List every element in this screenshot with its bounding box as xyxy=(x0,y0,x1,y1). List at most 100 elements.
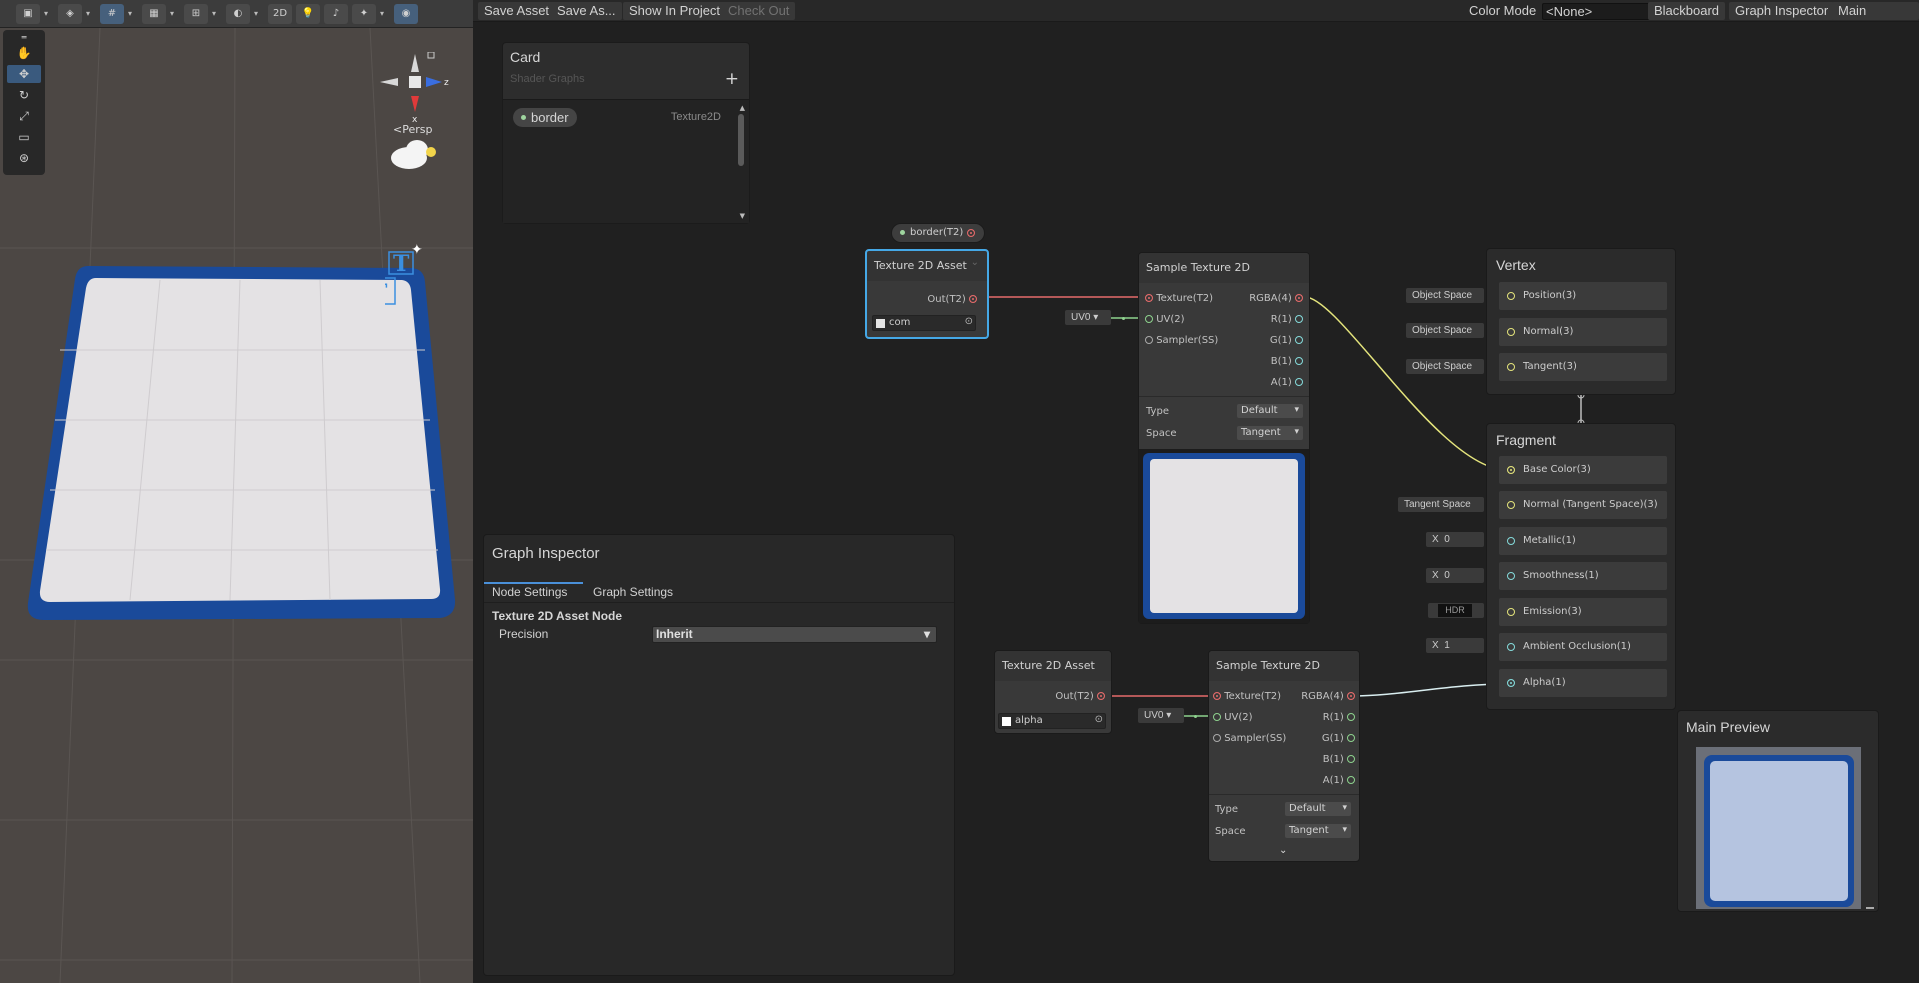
preview-viewport[interactable] xyxy=(1696,747,1861,909)
position-block[interactable]: Position(3) xyxy=(1499,282,1667,310)
property-pill[interactable]: border xyxy=(513,108,577,127)
ao-value-field[interactable]: X 1 xyxy=(1426,638,1484,653)
input-port-icon[interactable] xyxy=(1507,643,1515,651)
main-preview-panel[interactable]: Main Preview xyxy=(1677,710,1879,912)
expand-preview-icon[interactable]: ⌄ xyxy=(1279,845,1287,856)
output-port-icon[interactable] xyxy=(969,295,977,303)
output-port-icon[interactable] xyxy=(1295,378,1303,386)
blackboard-scrollbar[interactable] xyxy=(738,114,744,166)
a-output-port[interactable]: A(1) xyxy=(1271,377,1303,388)
texture2d-asset-node[interactable]: Texture 2D Asset ⌄ Out(T2) com ⊙ xyxy=(865,249,989,339)
tab-node-settings[interactable]: Node Settings xyxy=(492,585,567,599)
b-output-port[interactable]: B(1) xyxy=(1271,356,1303,367)
input-port-icon[interactable] xyxy=(1213,692,1221,700)
g-output-port[interactable]: G(1) xyxy=(1322,733,1355,744)
graph-inspector-panel[interactable]: Graph Inspector Node Settings Graph Sett… xyxy=(483,534,955,976)
input-port-icon[interactable] xyxy=(1145,315,1153,323)
output-port-icon[interactable] xyxy=(1347,776,1355,784)
blackboard-panel[interactable]: Card Shader Graphs + border Texture2D ▲ … xyxy=(502,42,750,224)
smoothness-block[interactable]: Smoothness(1) xyxy=(1499,562,1667,590)
scroll-up-icon[interactable]: ▲ xyxy=(740,104,745,112)
sample-texture2d-node[interactable]: Sample Texture 2D Texture(T2) UV(2) Samp… xyxy=(1138,252,1310,624)
object-picker-icon[interactable]: ⊙ xyxy=(1095,714,1103,725)
input-port-icon[interactable] xyxy=(1507,501,1515,509)
output-port-icon[interactable] xyxy=(1347,713,1355,721)
tangent-space-chip[interactable]: Tangent Space xyxy=(1398,497,1484,512)
output-port-icon[interactable] xyxy=(1347,755,1355,763)
fragment-context[interactable]: Fragment Base Color(3) Normal (Tangent S… xyxy=(1486,423,1676,710)
b-output-port[interactable]: B(1) xyxy=(1323,754,1355,765)
input-port-icon[interactable] xyxy=(1507,572,1515,580)
output-port-icon[interactable] xyxy=(1347,692,1355,700)
output-port-icon[interactable] xyxy=(967,229,975,237)
alpha-block[interactable]: Alpha(1) xyxy=(1499,669,1667,697)
output-port-icon[interactable] xyxy=(1295,357,1303,365)
input-port-icon[interactable] xyxy=(1507,679,1515,687)
type-dropdown[interactable]: Default xyxy=(1237,404,1303,418)
output-port-icon[interactable] xyxy=(1295,336,1303,344)
g-output-port[interactable]: G(1) xyxy=(1270,335,1303,346)
rgba-output-port[interactable]: RGBA(4) xyxy=(1249,293,1303,304)
ambient-occlusion-block[interactable]: Ambient Occlusion(1) xyxy=(1499,633,1667,661)
output-port-icon[interactable] xyxy=(1295,294,1303,302)
texture-object-field[interactable]: alpha ⊙ xyxy=(998,713,1106,729)
input-port-icon[interactable] xyxy=(1145,294,1153,302)
collapse-icon[interactable]: ⌄ xyxy=(971,257,979,268)
vertex-context[interactable]: Vertex Position(3) Normal(3) Tangent(3) xyxy=(1486,248,1676,395)
add-property-button[interactable]: + xyxy=(725,69,739,89)
emission-block[interactable]: Emission(3) xyxy=(1499,598,1667,626)
object-space-chip[interactable]: Object Space xyxy=(1406,323,1484,338)
type-dropdown[interactable]: Default xyxy=(1285,802,1351,816)
normal-block[interactable]: Normal(3) xyxy=(1499,318,1667,346)
rgba-output-port[interactable]: RGBA(4) xyxy=(1301,691,1355,702)
output-port-icon[interactable] xyxy=(1295,315,1303,323)
texture-input-port[interactable]: Texture(T2) xyxy=(1145,293,1213,304)
emission-hdr-field[interactable]: HDR xyxy=(1428,603,1484,618)
precision-dropdown[interactable]: Inherit xyxy=(652,626,937,643)
base-color-block[interactable]: Base Color(3) xyxy=(1499,456,1667,484)
texture2d-asset-node-alpha[interactable]: Texture 2D Asset Out(T2) alpha ⊙ xyxy=(994,650,1112,734)
uv-input-port[interactable]: UV(2) xyxy=(1145,314,1185,325)
input-port-icon[interactable] xyxy=(1507,608,1515,616)
uv-channel-select[interactable]: UV0 ▾ xyxy=(1065,310,1111,325)
output-port-icon[interactable] xyxy=(1347,734,1355,742)
input-port-icon[interactable] xyxy=(1507,292,1515,300)
input-port-icon[interactable] xyxy=(1507,363,1515,371)
object-picker-icon[interactable]: ⊙ xyxy=(965,316,973,327)
output-port-icon[interactable] xyxy=(1097,692,1105,700)
input-port-icon[interactable] xyxy=(1507,537,1515,545)
smoothness-value-field[interactable]: X 0 xyxy=(1426,568,1484,583)
texture-input-port[interactable]: Texture(T2) xyxy=(1213,691,1281,702)
node-title: Sample Texture 2D xyxy=(1209,651,1359,681)
tab-graph-settings[interactable]: Graph Settings xyxy=(593,585,673,599)
sampler-input-port[interactable]: Sampler(SS) xyxy=(1213,733,1286,744)
r-output-port[interactable]: R(1) xyxy=(1323,712,1355,723)
input-port-icon[interactable] xyxy=(1507,466,1515,474)
uv-channel-select[interactable]: UV0 ▾ xyxy=(1138,708,1184,723)
hdr-label: HDR xyxy=(1438,604,1472,617)
a-output-port[interactable]: A(1) xyxy=(1323,775,1355,786)
metallic-value-field[interactable]: X 0 xyxy=(1426,532,1484,547)
r-output-port[interactable]: R(1) xyxy=(1271,314,1303,325)
sampler-input-port[interactable]: Sampler(SS) xyxy=(1145,335,1218,346)
input-port-icon[interactable] xyxy=(1145,336,1153,344)
resize-handle-icon[interactable] xyxy=(1866,907,1874,909)
tangent-block[interactable]: Tangent(3) xyxy=(1499,353,1667,381)
normal-tangent-block[interactable]: Normal (Tangent Space)(3) xyxy=(1499,491,1667,519)
out-port[interactable]: Out(T2) xyxy=(1055,691,1105,702)
texture-thumbnail-icon xyxy=(876,319,885,328)
input-port-icon[interactable] xyxy=(1213,713,1221,721)
sample-texture2d-node-alpha[interactable]: Sample Texture 2D Texture(T2) UV(2) Samp… xyxy=(1208,650,1360,862)
space-dropdown[interactable]: Tangent xyxy=(1237,426,1303,440)
out-port[interactable]: Out(T2) xyxy=(927,294,977,305)
uv-input-port[interactable]: UV(2) xyxy=(1213,712,1253,723)
texture-object-field[interactable]: com ⊙ xyxy=(872,315,976,331)
property-node[interactable]: border(T2) xyxy=(891,223,985,243)
scroll-down-icon[interactable]: ▼ xyxy=(740,212,745,220)
space-dropdown[interactable]: Tangent xyxy=(1285,824,1351,838)
input-port-icon[interactable] xyxy=(1507,328,1515,336)
object-space-chip[interactable]: Object Space xyxy=(1406,288,1484,303)
object-space-chip[interactable]: Object Space xyxy=(1406,359,1484,374)
metallic-block[interactable]: Metallic(1) xyxy=(1499,527,1667,555)
input-port-icon[interactable] xyxy=(1213,734,1221,742)
